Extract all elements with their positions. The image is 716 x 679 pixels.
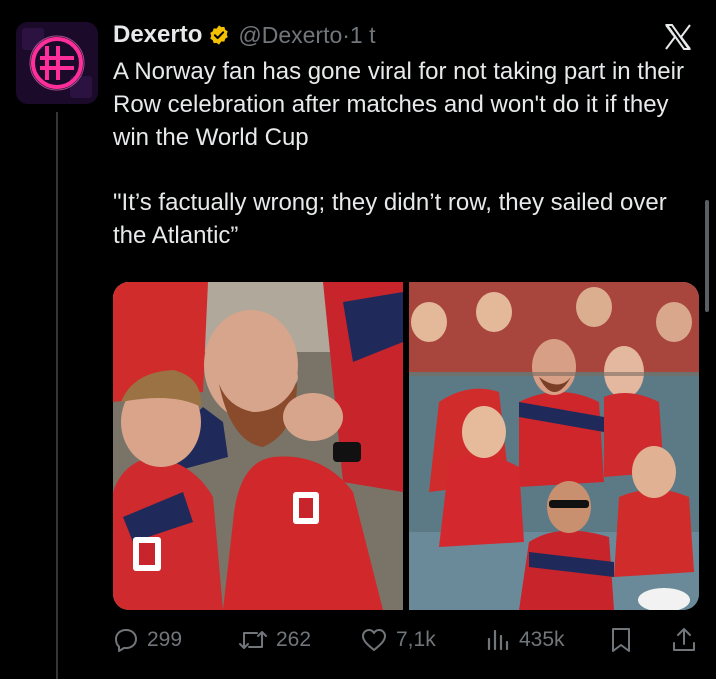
tweet-header: Dexerto @Dexerto·1 t — [113, 20, 376, 50]
retweet-icon — [239, 631, 267, 649]
like-count: 7,1k — [396, 628, 436, 651]
thread-line — [56, 112, 58, 679]
retweet-button[interactable]: 262 — [238, 622, 311, 658]
reply-icon — [115, 629, 137, 652]
tweet-text: A Norway fan has gone viral for not taki… — [113, 55, 703, 252]
photo-fans-crowd[interactable] — [409, 282, 699, 610]
views-count: 435k — [519, 628, 565, 651]
bookmark-icon — [612, 628, 630, 652]
tweet-actions: 299 262 7,1k 435k — [113, 622, 699, 658]
reply-button[interactable]: 299 — [113, 622, 182, 658]
media-container[interactable] — [113, 282, 699, 610]
share-button[interactable] — [671, 622, 697, 658]
like-button[interactable]: 7,1k — [360, 622, 436, 658]
dexerto-logo-icon — [16, 22, 98, 104]
tweet-quote-paragraph: "It’s factually wrong; they didn’t row, … — [113, 189, 674, 249]
verified-badge-icon — [210, 25, 229, 45]
x-logo-icon[interactable] — [663, 22, 693, 52]
tweet-paragraph: A Norway fan has gone viral for not taki… — [113, 58, 691, 151]
photo-fan-closeup[interactable] — [113, 282, 403, 610]
avatar[interactable] — [16, 22, 98, 104]
views-button[interactable]: 435k — [485, 622, 565, 658]
views-icon — [487, 629, 509, 651]
bookmark-button[interactable] — [609, 622, 633, 658]
scrollbar[interactable] — [705, 200, 709, 312]
handle-and-time[interactable]: @Dexerto·1 t — [238, 22, 375, 49]
author-name[interactable]: Dexerto — [113, 21, 202, 49]
retweet-count: 262 — [276, 628, 312, 651]
share-icon — [673, 628, 695, 651]
reply-count: 299 — [147, 628, 183, 651]
heart-icon — [362, 629, 386, 651]
